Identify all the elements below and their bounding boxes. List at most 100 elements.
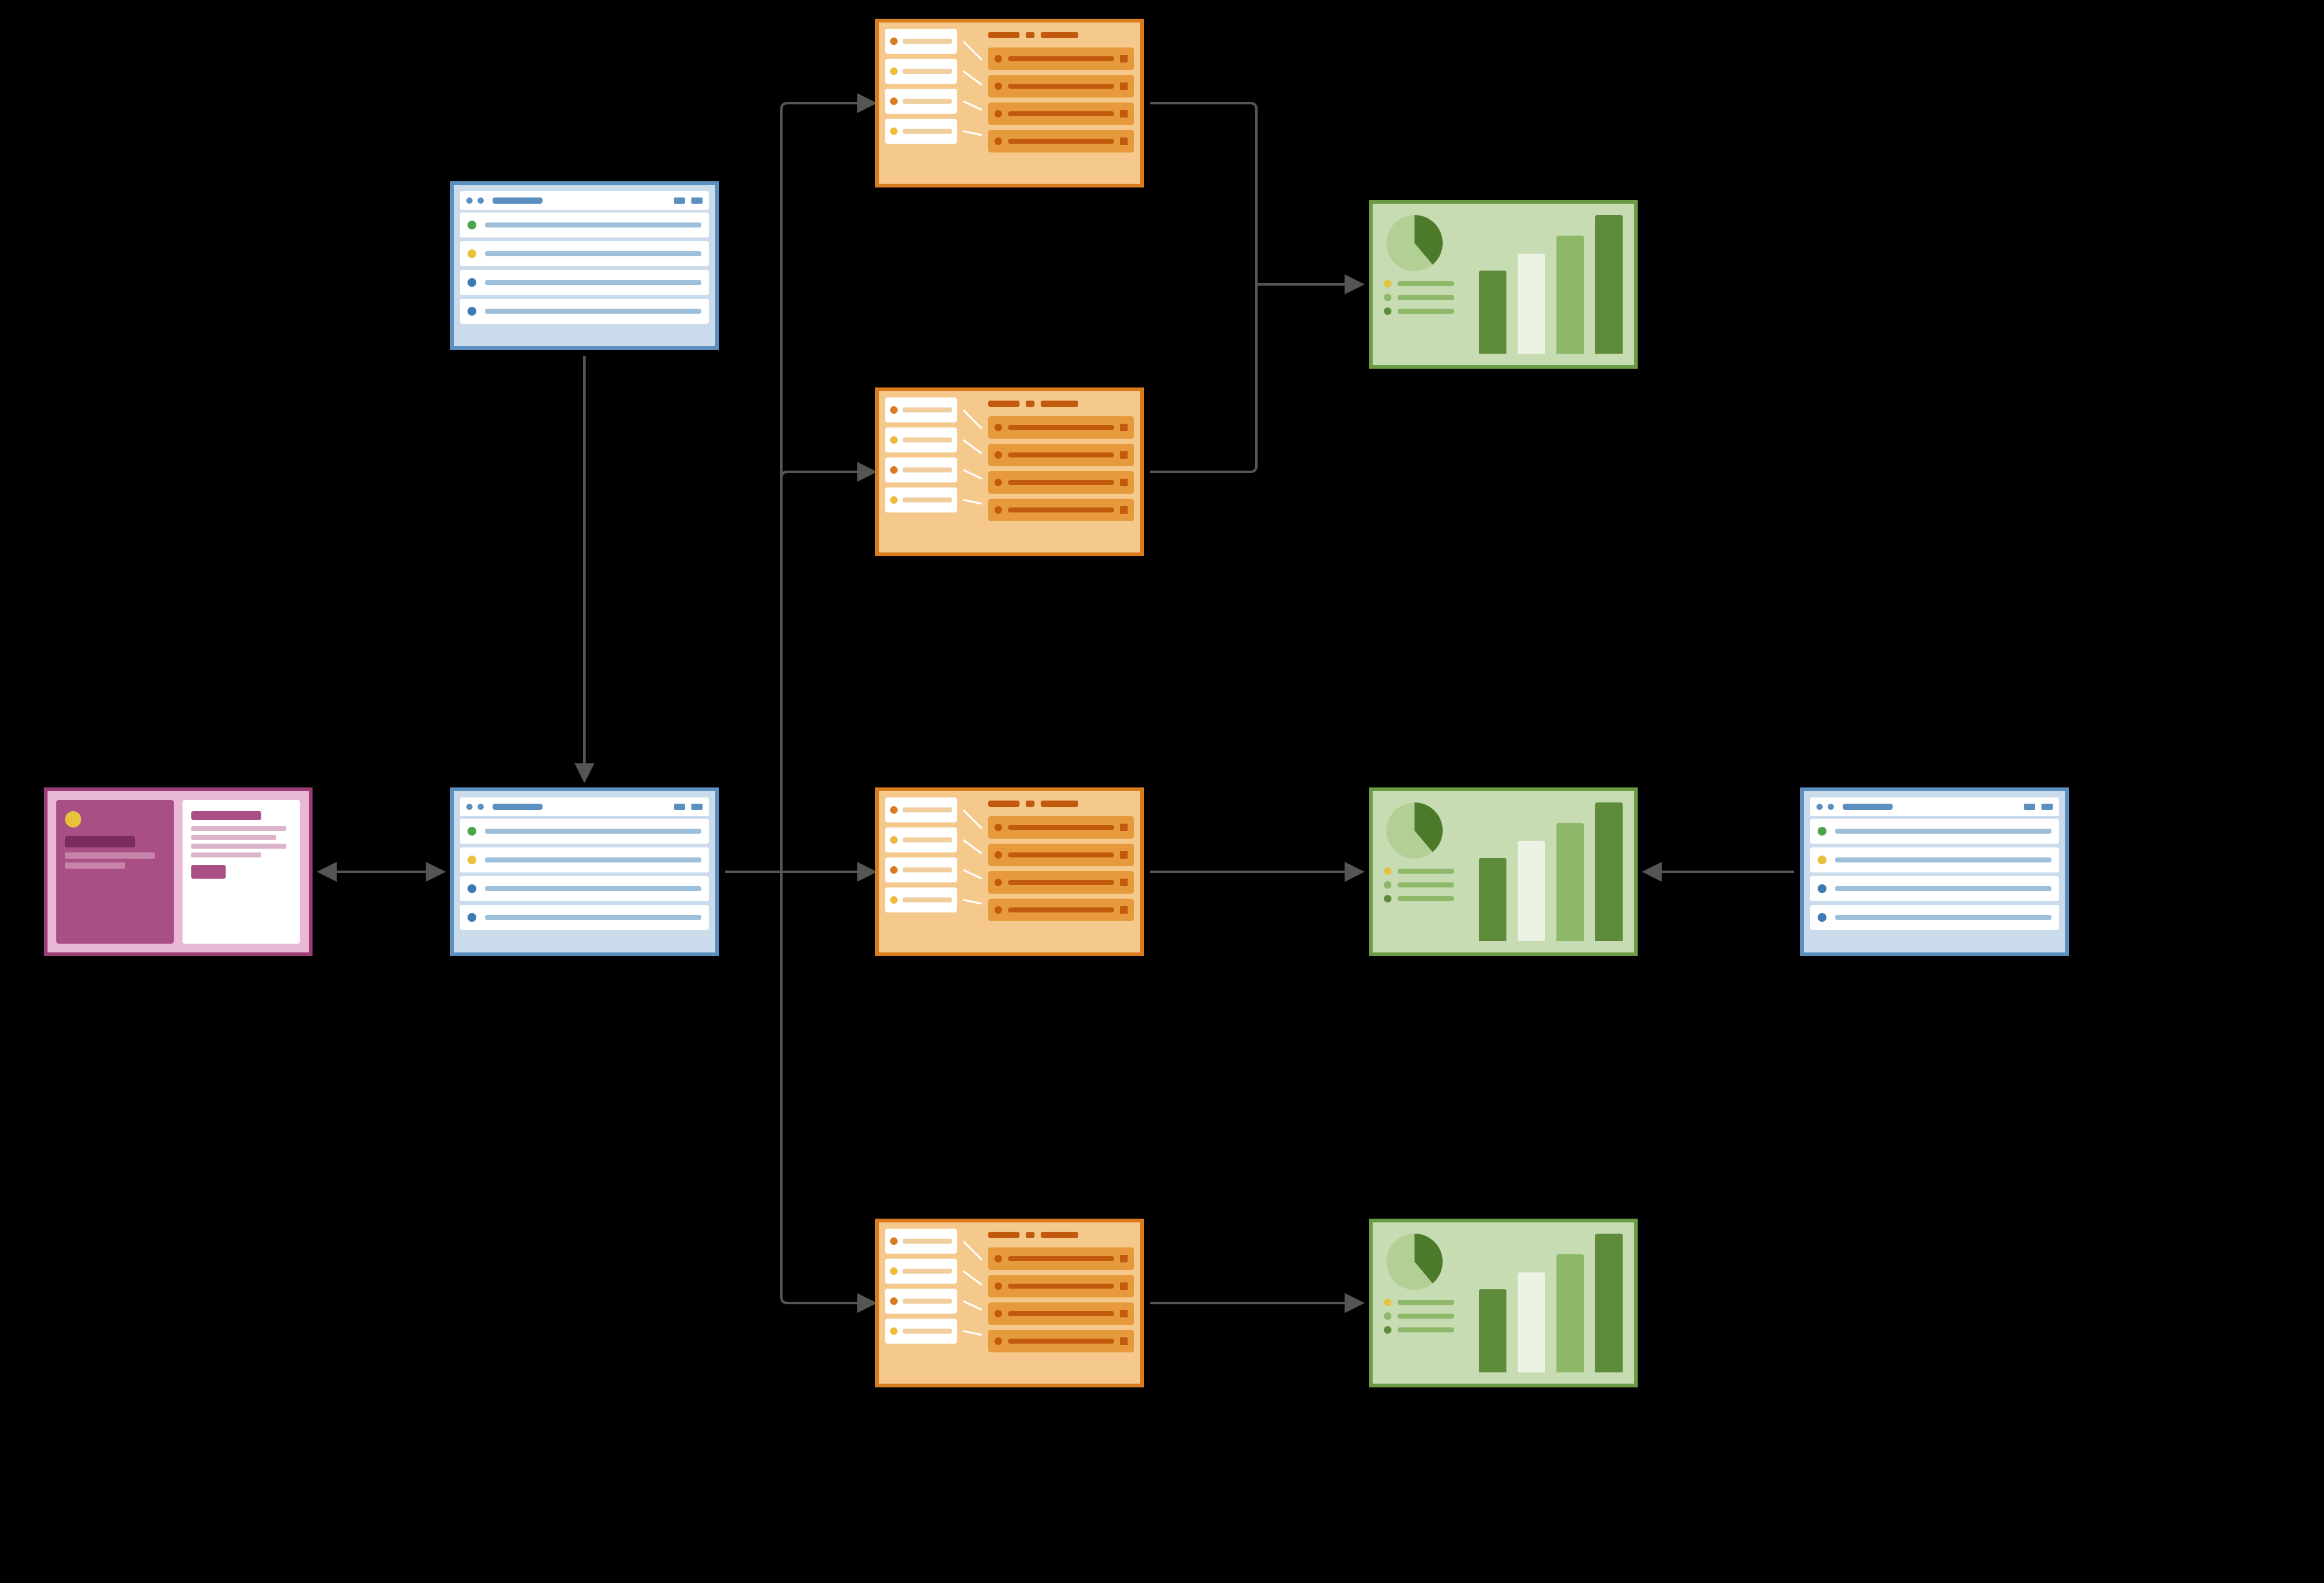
window-control-icon[interactable] bbox=[674, 804, 685, 810]
target-row[interactable] bbox=[988, 499, 1134, 521]
row-action-icon[interactable] bbox=[1120, 451, 1128, 459]
row-action-icon[interactable] bbox=[1120, 55, 1128, 62]
list-item[interactable] bbox=[1810, 819, 2059, 844]
list-item[interactable] bbox=[1810, 847, 2059, 872]
node-process-2 bbox=[875, 387, 1144, 556]
list-item[interactable] bbox=[460, 819, 709, 844]
target-row[interactable] bbox=[988, 899, 1134, 921]
list-item[interactable] bbox=[1810, 876, 2059, 901]
source-item[interactable] bbox=[885, 1259, 957, 1284]
source-item[interactable] bbox=[885, 857, 957, 882]
bar bbox=[1556, 236, 1584, 354]
row-action-icon[interactable] bbox=[1120, 1282, 1128, 1290]
status-dot-icon bbox=[890, 1297, 898, 1305]
target-row[interactable] bbox=[988, 1247, 1134, 1270]
window-control-icon[interactable] bbox=[2024, 804, 2035, 810]
window-dot-icon bbox=[466, 804, 473, 810]
source-item[interactable] bbox=[885, 397, 957, 422]
legend-dot-icon bbox=[1384, 1299, 1391, 1306]
list-item-text-placeholder bbox=[1835, 886, 2051, 891]
pie-chart-icon bbox=[1386, 215, 1443, 271]
source-item[interactable] bbox=[885, 797, 957, 822]
target-row[interactable] bbox=[988, 471, 1134, 494]
list-item-text-placeholder bbox=[485, 251, 701, 256]
target-row[interactable] bbox=[988, 871, 1134, 894]
status-dot-icon bbox=[994, 1255, 1002, 1262]
list-item-text-placeholder bbox=[1835, 829, 2051, 834]
target-row[interactable] bbox=[988, 102, 1134, 125]
window-control-icon[interactable] bbox=[674, 197, 685, 204]
row-action-icon[interactable] bbox=[1120, 479, 1128, 486]
target-row[interactable] bbox=[988, 1330, 1134, 1352]
status-dot-icon bbox=[890, 127, 898, 135]
source-item[interactable] bbox=[885, 29, 957, 54]
list-item[interactable] bbox=[460, 299, 709, 324]
target-row[interactable] bbox=[988, 416, 1134, 439]
window-title-placeholder bbox=[1843, 804, 1893, 810]
row-action-icon[interactable] bbox=[1120, 110, 1128, 117]
window-control-icon[interactable] bbox=[2041, 804, 2053, 810]
list-item[interactable] bbox=[460, 876, 709, 901]
target-row[interactable] bbox=[988, 75, 1134, 97]
source-item[interactable] bbox=[885, 1289, 957, 1314]
list-item[interactable] bbox=[460, 241, 709, 266]
list-item[interactable] bbox=[460, 847, 709, 872]
source-item[interactable] bbox=[885, 887, 957, 912]
row-action-icon[interactable] bbox=[1120, 137, 1128, 145]
mapping-header bbox=[988, 397, 1134, 410]
row-action-icon[interactable] bbox=[1120, 824, 1128, 831]
window-title-placeholder bbox=[493, 804, 543, 810]
list-item-text-placeholder bbox=[485, 222, 701, 227]
row-action-icon[interactable] bbox=[1120, 1337, 1128, 1345]
target-row[interactable] bbox=[988, 47, 1134, 70]
source-item[interactable] bbox=[885, 59, 957, 84]
source-item[interactable] bbox=[885, 119, 957, 144]
bar bbox=[1556, 1254, 1584, 1372]
bar bbox=[1595, 802, 1623, 941]
legend-dot-icon bbox=[1384, 280, 1391, 287]
row-action-icon[interactable] bbox=[1120, 1255, 1128, 1262]
legend-dot-icon bbox=[1384, 294, 1391, 301]
legend-dot-icon bbox=[1384, 895, 1391, 902]
legend-dot-icon bbox=[1384, 881, 1391, 889]
target-row[interactable] bbox=[988, 816, 1134, 839]
row-action-icon[interactable] bbox=[1120, 1310, 1128, 1317]
row-action-icon[interactable] bbox=[1120, 424, 1128, 431]
source-item[interactable] bbox=[885, 1229, 957, 1254]
source-item[interactable] bbox=[885, 89, 957, 114]
target-row[interactable] bbox=[988, 844, 1134, 866]
bar-chart bbox=[1479, 215, 1623, 354]
window-titlebar bbox=[1810, 797, 2059, 816]
target-row[interactable] bbox=[988, 130, 1134, 152]
status-dot-icon bbox=[890, 97, 898, 105]
list-item[interactable] bbox=[1810, 905, 2059, 930]
list-item-text-placeholder bbox=[1835, 915, 2051, 920]
row-action-icon[interactable] bbox=[1120, 506, 1128, 514]
bar bbox=[1595, 1234, 1623, 1372]
status-dot-icon bbox=[994, 1282, 1002, 1290]
row-action-icon[interactable] bbox=[1120, 906, 1128, 914]
source-item[interactable] bbox=[885, 487, 957, 512]
target-row[interactable] bbox=[988, 1302, 1134, 1325]
target-row[interactable] bbox=[988, 1275, 1134, 1297]
row-action-icon[interactable] bbox=[1120, 82, 1128, 90]
window-control-icon[interactable] bbox=[691, 197, 703, 204]
form-submit-button[interactable] bbox=[191, 865, 226, 879]
status-dot-icon bbox=[890, 466, 898, 474]
window-control-icon[interactable] bbox=[691, 804, 703, 810]
source-item[interactable] bbox=[885, 1319, 957, 1344]
row-action-icon[interactable] bbox=[1120, 879, 1128, 886]
source-item[interactable] bbox=[885, 827, 957, 852]
list-item[interactable] bbox=[460, 212, 709, 237]
list-item[interactable] bbox=[460, 905, 709, 930]
target-row[interactable] bbox=[988, 444, 1134, 466]
status-dot-icon bbox=[994, 55, 1002, 62]
status-dot-icon bbox=[994, 1337, 1002, 1345]
source-item[interactable] bbox=[885, 457, 957, 482]
status-dot-icon bbox=[994, 1310, 1002, 1317]
row-action-icon[interactable] bbox=[1120, 851, 1128, 859]
list-item[interactable] bbox=[460, 270, 709, 295]
status-dot-icon bbox=[468, 278, 476, 287]
source-item[interactable] bbox=[885, 427, 957, 452]
window-dot-icon bbox=[1816, 804, 1823, 810]
